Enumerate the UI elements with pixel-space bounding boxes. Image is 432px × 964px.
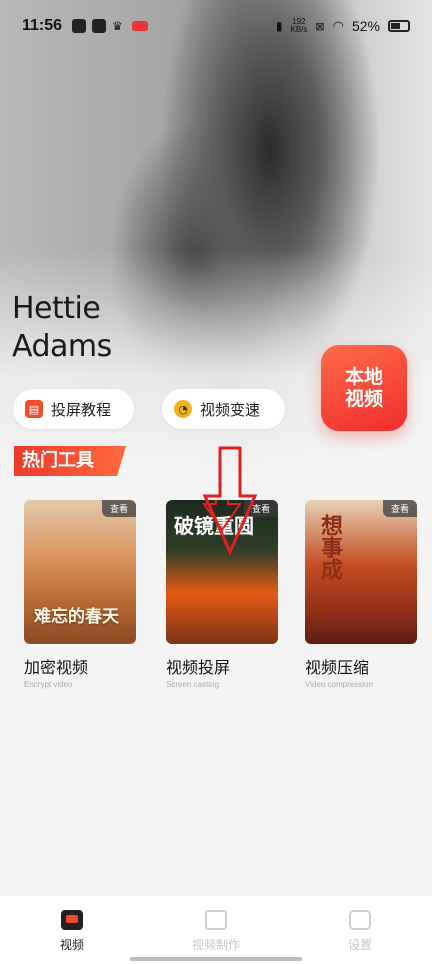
- tool-subtitle: Video compression: [305, 680, 373, 689]
- down-arrow-annotation-icon: [202, 446, 258, 556]
- view-badge[interactable]: 查看: [382, 500, 417, 517]
- thumbnail-caption: 难忘的春天: [34, 607, 119, 627]
- bottom-nav: 视频 视频制作 设置: [0, 896, 432, 964]
- tool-title: 视频压缩: [305, 658, 370, 677]
- battery-percent: 52%: [351, 18, 380, 34]
- section-title: 热门工具: [14, 446, 126, 476]
- cast-tutorial-label: 投屏教程: [51, 400, 112, 419]
- tool-subtitle: Encrypt video: [24, 680, 73, 689]
- tool-card-encrypt[interactable]: 查看 难忘的春天 加密视频 Encrypt video: [24, 500, 136, 689]
- video-speed-button[interactable]: ◔ 视频变速: [162, 389, 285, 429]
- badge-icon: [132, 21, 149, 31]
- hero-title-line1: Hettie: [12, 290, 112, 328]
- local-video-label: 本地 视频: [344, 366, 383, 410]
- cast-tutorial-button[interactable]: ▤ 投屏教程: [13, 389, 134, 429]
- tool-title: 视频投屏: [166, 658, 231, 677]
- video-tab-icon: [61, 910, 83, 930]
- thumbnail-caption: 想事成: [317, 514, 342, 580]
- status-time: 11:56: [22, 17, 63, 34]
- wifi-icon: ◠: [332, 18, 344, 33]
- notification-icons: ♛: [72, 19, 149, 33]
- video-speed-label: 视频变速: [200, 400, 261, 419]
- tab-settings-label: 设置: [347, 938, 372, 952]
- hero-title-line2: Adams: [12, 329, 112, 364]
- vibrate-icon: ▮: [275, 19, 283, 33]
- status-bar: 11:56 ♛ ▮ 192 KB/s ⊠ ◠ 52%: [0, 0, 432, 52]
- tool-thumbnail[interactable]: 查看 想事成: [305, 500, 417, 644]
- film-icon: [205, 910, 227, 930]
- crown-icon: ♛: [112, 19, 123, 33]
- tool-subtitle: Screen casting: [166, 680, 219, 689]
- book-icon: ▤: [25, 400, 43, 418]
- view-badge[interactable]: 查看: [101, 500, 136, 517]
- tab-settings[interactable]: 设置: [300, 910, 420, 953]
- battery-icon: [388, 20, 410, 32]
- tab-video-editing[interactable]: 视频制作: [156, 910, 276, 953]
- tiktok-icon: [72, 19, 87, 33]
- tool-thumbnail[interactable]: 查看 难忘的春天: [24, 500, 136, 644]
- tab-video-editing-label: 视频制作: [191, 938, 240, 952]
- tab-video[interactable]: 视频: [12, 910, 132, 953]
- sim-icon: ⊠: [315, 20, 325, 33]
- local-video-button[interactable]: 本地 视频: [321, 345, 407, 431]
- tool-card-compress[interactable]: 查看 想事成 视频压缩 Video compression: [305, 500, 417, 689]
- speed-icon: ◔: [174, 400, 192, 418]
- app-notification-icon: [92, 19, 107, 33]
- tool-title: 加密视频: [24, 658, 89, 677]
- hero-title: Hettie Adams: [12, 290, 112, 366]
- home-indicator[interactable]: [130, 957, 302, 961]
- status-right: ▮ 192 KB/s ⊠ ◠ 52%: [276, 18, 410, 34]
- tab-video-label: 视频: [59, 938, 84, 952]
- net-speed: 192 KB/s: [290, 17, 308, 34]
- settings-icon: [349, 910, 371, 930]
